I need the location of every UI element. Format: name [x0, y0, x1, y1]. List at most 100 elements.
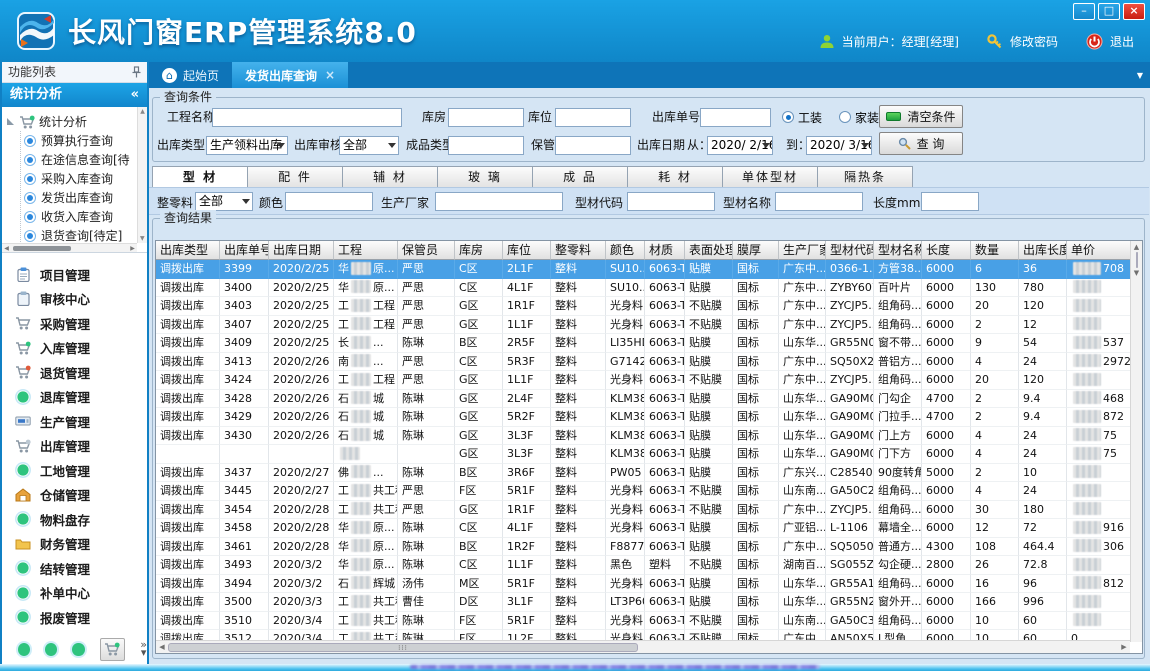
- table-row[interactable]: 调拨出库34612020/2/28华原...陈琳B区1R2F整料F8877FT6…: [156, 538, 1142, 557]
- color-input[interactable]: [285, 192, 373, 211]
- sidebar-item-1[interactable]: 审核中心: [2, 287, 147, 312]
- column-header-4[interactable]: 保管员: [398, 241, 455, 260]
- material-tab-5[interactable]: 耗 材: [627, 166, 723, 188]
- tree-item-3[interactable]: 发货出库查询: [24, 188, 147, 207]
- profile-code-input[interactable]: [627, 192, 715, 211]
- column-header-12[interactable]: 生产厂家: [779, 241, 826, 260]
- column-header-18[interactable]: 单价: [1067, 241, 1134, 260]
- material-tab-0[interactable]: 型 材: [152, 166, 248, 188]
- overflow-chevron-icon[interactable]: »▾: [140, 641, 147, 657]
- material-tab-2[interactable]: 辅 材: [342, 166, 438, 188]
- maximize-button[interactable]: □: [1098, 3, 1120, 20]
- scroll-down-icon[interactable]: ▼: [140, 234, 145, 243]
- column-header-1[interactable]: 出库单号: [220, 241, 269, 260]
- table-row[interactable]: 调拨出库34242020/2/26工工程严思G区1L1F整料光身料6063-T5…: [156, 371, 1142, 390]
- audit-combo[interactable]: 全部: [339, 136, 399, 155]
- dropdown-caret-icon[interactable]: [861, 143, 869, 148]
- scroll-thumb[interactable]: [1136, 252, 1138, 268]
- scroll-thumb[interactable]: [13, 246, 71, 251]
- green-dot-button[interactable]: [72, 643, 84, 656]
- material-tab-4[interactable]: 成 品: [532, 166, 628, 188]
- tree-horizontal-scrollbar[interactable]: ◀ ▶: [2, 243, 137, 252]
- project-name-input[interactable]: [212, 108, 402, 127]
- logout-link[interactable]: 退出: [1110, 33, 1134, 50]
- table-row[interactable]: 调拨出库34582020/2/28华原...陈琳C区4L1F整料光身料6063-…: [156, 519, 1142, 538]
- sidebar-item-4[interactable]: 退货管理: [2, 360, 147, 385]
- dropdown-caret-icon[interactable]: [277, 143, 285, 148]
- column-header-8[interactable]: 颜色: [606, 241, 645, 260]
- column-header-5[interactable]: 库房: [455, 241, 503, 260]
- material-tab-6[interactable]: 单体型材: [722, 166, 818, 188]
- column-header-9[interactable]: 材质: [645, 241, 685, 260]
- tree-item-0[interactable]: 预算执行查询: [24, 131, 147, 150]
- dropdown-caret-icon[interactable]: [388, 143, 396, 148]
- column-header-10[interactable]: 表面处理: [685, 241, 733, 260]
- table-horizontal-scrollbar[interactable]: ◀ ⁞⁞⁞ ▶: [156, 640, 1130, 653]
- material-tab-7[interactable]: 隔热条: [817, 166, 913, 188]
- table-row[interactable]: 调拨出库33992020/2/25华原...严思C区2L1F整料SU10...6…: [156, 260, 1142, 279]
- green-dot-button[interactable]: [45, 643, 57, 656]
- dropdown-caret-icon[interactable]: [242, 199, 250, 204]
- tab-close-icon[interactable]: ×: [325, 68, 335, 82]
- sidebar-item-0[interactable]: 项目管理: [2, 262, 147, 287]
- keeper-input[interactable]: [555, 136, 631, 155]
- table-row[interactable]: 调拨出库34002020/2/25华原...严思C区4L1F整料SU10...6…: [156, 279, 1142, 298]
- sidebar-item-6[interactable]: 生产管理: [2, 409, 147, 434]
- sidebar-item-13[interactable]: 补单中心: [2, 581, 147, 606]
- product-type-input[interactable]: [448, 136, 524, 155]
- minimize-button[interactable]: –: [1073, 3, 1095, 20]
- pin-icon[interactable]: [132, 66, 141, 78]
- table-row[interactable]: 调拨出库34282020/2/26石城陈琳G区2L4F整料KLM38176063…: [156, 390, 1142, 409]
- sidebar-item-14[interactable]: 报废管理: [2, 605, 147, 630]
- table-row[interactable]: 调拨出库34302020/2/26石城陈琳G区3L3F整料KLM38176063…: [156, 427, 1142, 446]
- date-to-picker[interactable]: 2020/ 3/16: [806, 136, 872, 155]
- column-header-16[interactable]: 数量: [971, 241, 1019, 260]
- scroll-left-icon[interactable]: ◀: [156, 643, 168, 651]
- change-password-link[interactable]: 修改密码: [1010, 33, 1058, 50]
- length-input[interactable]: [921, 192, 979, 211]
- column-header-11[interactable]: 膜厚: [733, 241, 779, 260]
- tab-list-caret-icon[interactable]: ▼: [1137, 71, 1143, 80]
- table-row[interactable]: 调拨出库34542020/2/28工共工程严思G区1R1F整料光身料6063-T…: [156, 501, 1142, 520]
- column-header-0[interactable]: 出库类型: [156, 241, 220, 260]
- table-row[interactable]: 调拨出库34932020/3/2华原...陈琳C区1L1F整料黑色塑料不贴膜国标…: [156, 556, 1142, 575]
- sidebar-item-9[interactable]: 仓储管理: [2, 483, 147, 508]
- sidebar-item-10[interactable]: 物料盘存: [2, 507, 147, 532]
- sidebar-item-3[interactable]: 入库管理: [2, 336, 147, 361]
- table-vertical-scrollbar[interactable]: ▲ ▼: [1130, 241, 1142, 642]
- cart-panel-button[interactable]: [100, 638, 126, 661]
- tree-item-1[interactable]: 在途信息查询[待: [24, 150, 147, 169]
- table-row[interactable]: 调拨出库34072020/2/25工工程严思G区1L1F整料光身料6063-T5…: [156, 316, 1142, 335]
- table-row[interactable]: 调拨出库34132020/2/26南...严思C区5R3F整料G71422606…: [156, 353, 1142, 372]
- sidebar-item-7[interactable]: 出库管理: [2, 434, 147, 459]
- out-type-combo[interactable]: 生产领料出库: [206, 136, 288, 155]
- table-row[interactable]: 调拨出库35102020/3/4工共工程陈琳F区5R1F整料光身料6063-T5…: [156, 612, 1142, 631]
- column-header-13[interactable]: 型材代码: [826, 241, 874, 260]
- radio-on-icon[interactable]: [782, 111, 794, 123]
- sidebar-section-header[interactable]: 统计分析 «: [2, 83, 147, 107]
- manufacturer-input[interactable]: [435, 192, 563, 211]
- table-row[interactable]: 调拨出库34372020/2/27佛...陈琳B区3R6F整料PW056063-…: [156, 464, 1142, 483]
- scroll-thumb[interactable]: ⁞⁞⁞: [168, 643, 638, 652]
- location-input[interactable]: [555, 108, 631, 127]
- scroll-up-icon[interactable]: ▲: [138, 107, 147, 116]
- collapse-icon[interactable]: «: [131, 83, 139, 107]
- tree-vertical-scrollbar[interactable]: ▲ ▼: [137, 107, 147, 243]
- scroll-left-icon[interactable]: ◀: [2, 245, 11, 252]
- date-from-picker[interactable]: 2020/ 2/16: [707, 136, 773, 155]
- profile-name-input[interactable]: [775, 192, 863, 211]
- table-row[interactable]: 调拨出库34092020/2/25长...陈琳B区2R5F整料LI35HD606…: [156, 334, 1142, 353]
- column-header-17[interactable]: 出库长度: [1019, 241, 1067, 260]
- table-row[interactable]: 调拨出库34032020/2/25工工程严思G区1R1F整料光身料6063-T5…: [156, 297, 1142, 316]
- scroll-down-icon[interactable]: ▼: [1131, 267, 1142, 279]
- table-row[interactable]: 调拨出库34452020/2/27工共工程严思F区5R1F整料光身料6063-T…: [156, 482, 1142, 501]
- tab-home[interactable]: ⌂ 起始页: [149, 62, 232, 88]
- column-header-7[interactable]: 整零料: [551, 241, 606, 260]
- material-tab-3[interactable]: 玻 璃: [437, 166, 533, 188]
- order-no-input[interactable]: [700, 108, 771, 127]
- radio-gongzhuang[interactable]: 工装: [782, 107, 822, 127]
- search-button[interactable]: 查 询: [879, 132, 963, 155]
- tree-item-4[interactable]: 收货入库查询: [24, 207, 147, 226]
- table-row[interactable]: 调拨出库34942020/3/2石辉城汤伟M区5R1F整料光身料6063-T5贴…: [156, 575, 1142, 594]
- table-row[interactable]: 调拨出库34292020/2/26石城陈琳G区5R2F整料KLM38176063…: [156, 408, 1142, 427]
